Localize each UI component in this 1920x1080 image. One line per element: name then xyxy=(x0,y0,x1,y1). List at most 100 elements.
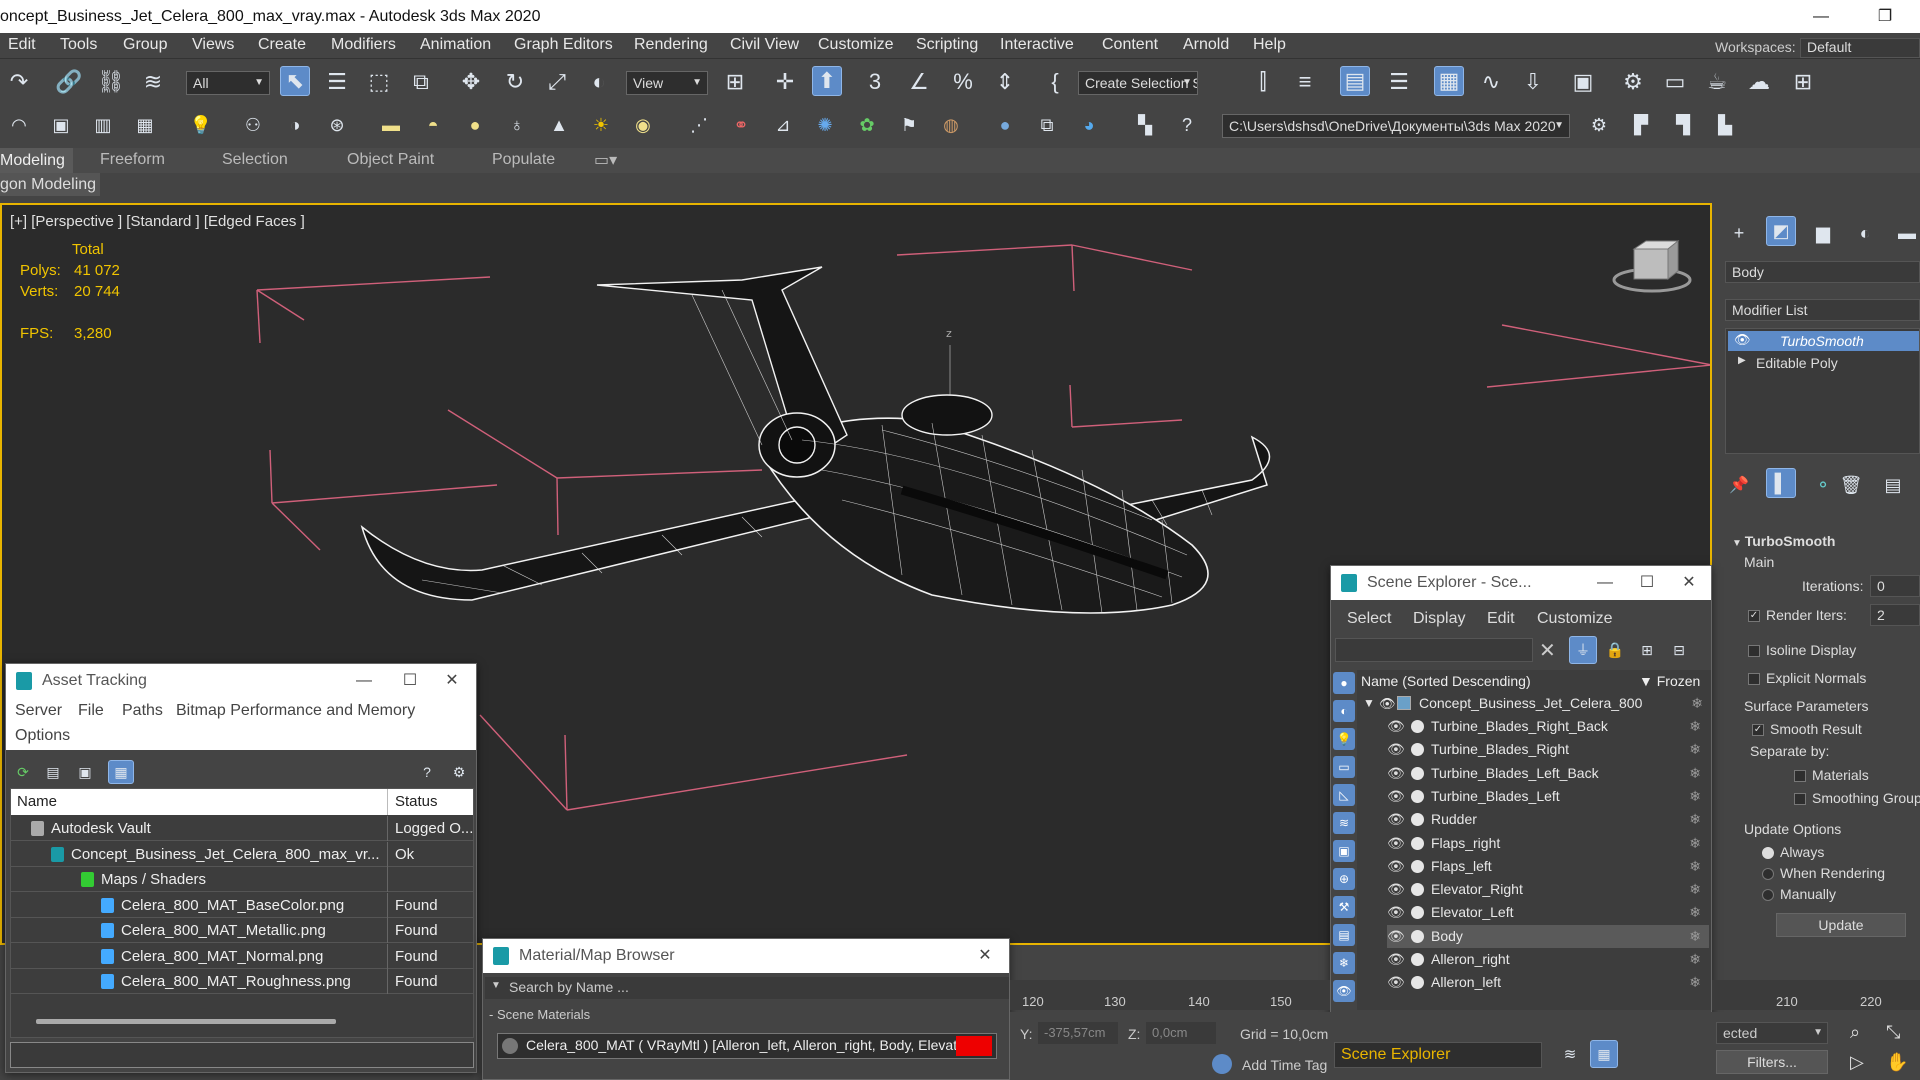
eye-icon[interactable]: 👁 xyxy=(1387,855,1405,878)
particles-filter-icon[interactable]: ❄ xyxy=(1333,952,1355,974)
asset-row[interactable]: Concept_Business_Jet_Celera_800_max_vr..… xyxy=(11,841,473,867)
freeze-icon[interactable]: ❄ xyxy=(1689,878,1701,901)
vray-proxy-icon[interactable]: ⋰ xyxy=(684,110,714,140)
lock-icon[interactable]: 🔒 xyxy=(1601,636,1629,664)
when-rendering-radio[interactable]: When Rendering xyxy=(1762,865,1885,881)
expand-arrow-icon[interactable]: ▶ xyxy=(1738,355,1746,366)
render-setup-icon[interactable]: ⚙ xyxy=(1618,67,1648,97)
asset-row[interactable]: Celera_800_MAT_Roughness.png Found xyxy=(11,969,473,994)
tab-selection[interactable]: Selection xyxy=(222,151,288,169)
table-view-icon[interactable]: ▦ xyxy=(108,760,134,784)
asset-tracking-titlebar[interactable]: Asset Tracking — ☐ ✕ xyxy=(6,664,476,698)
menu-options[interactable]: Options xyxy=(15,727,70,745)
rectangular-selection-icon[interactable]: ⬚ xyxy=(364,67,394,97)
select-manipulate-icon[interactable]: ✛ xyxy=(770,67,800,97)
menu-help[interactable]: Help xyxy=(1253,36,1286,54)
folder-settings-icon[interactable]: ▜ xyxy=(1668,110,1698,140)
hierarchy-icon[interactable]: ⊞ xyxy=(1633,636,1661,664)
selection-filter-dropdown[interactable]: All ▼ xyxy=(186,71,270,95)
scene-explorer-selector[interactable]: Scene Explorer xyxy=(1334,1042,1542,1068)
rollout-title[interactable]: ▼ TurboSmooth xyxy=(1732,533,1835,549)
time-tag-icon[interactable] xyxy=(1212,1054,1232,1074)
menu-edit[interactable]: Edit xyxy=(8,36,36,54)
scene-explorer-titlebar[interactable]: Scene Explorer - Sce... — ☐ ✕ xyxy=(1331,566,1711,600)
align-icon[interactable]: ≡ xyxy=(1290,67,1320,97)
asset-row[interactable]: Celera_800_MAT_Metallic.png Found xyxy=(11,918,473,943)
render-production-icon[interactable]: ☕ xyxy=(1702,67,1732,97)
timeline-ruler-left[interactable]: 120 130 140 150 xyxy=(1010,980,1330,1010)
collapse-arrow-icon[interactable]: ▼ xyxy=(491,980,501,991)
list-view-icon[interactable]: ▤ xyxy=(42,761,64,783)
help-icon[interactable]: ? xyxy=(1172,110,1202,140)
menu-civil-view[interactable]: Civil View xyxy=(730,36,799,54)
redo-icon[interactable]: ↷ xyxy=(4,67,34,97)
tab-populate[interactable]: Populate xyxy=(492,151,555,169)
column-name[interactable]: Name xyxy=(13,789,57,814)
window-crossing-icon[interactable]: ⧉ xyxy=(406,67,436,97)
sphere-icon[interactable]: ● xyxy=(460,110,490,140)
link-icon[interactable]: 🔗 xyxy=(54,67,84,97)
stack-item-editable-poly[interactable]: ▶ Editable Poly xyxy=(1728,353,1919,373)
iterations-input[interactable]: 0 xyxy=(1870,575,1920,597)
menu-server[interactable]: Server xyxy=(15,702,62,720)
modifier-list-dropdown[interactable]: Modifier List xyxy=(1725,299,1920,321)
pivot-icon[interactable]: ⊞ xyxy=(720,67,750,97)
make-unique-icon[interactable]: ⚬ xyxy=(1808,470,1838,500)
menu-animation[interactable]: Animation xyxy=(420,36,491,54)
toggle-layer-explorer-icon[interactable]: ☰ xyxy=(1384,67,1414,97)
menu-create[interactable]: Create xyxy=(258,36,306,54)
vray-plane-icon[interactable]: ⊿ xyxy=(768,110,798,140)
percent-snap-icon[interactable]: % xyxy=(948,67,978,97)
freeze-icon[interactable]: ❄ xyxy=(1689,948,1701,971)
add-time-tag-button[interactable]: Add Time Tag xyxy=(1242,1057,1327,1073)
scene-object-row[interactable]: 👁 Rudder ❄ xyxy=(1387,808,1709,831)
menu-customize[interactable]: Customize xyxy=(1537,610,1613,628)
object-explorer-icon[interactable]: ▦ xyxy=(1590,1040,1618,1068)
render-frame-icon[interactable]: ▣ xyxy=(46,110,76,140)
freeze-icon[interactable]: ❄ xyxy=(1689,855,1701,878)
layer-explorer-icon[interactable]: ≋ xyxy=(1556,1040,1584,1068)
materials-checkbox[interactable]: Materials xyxy=(1794,767,1869,783)
scene-object-row[interactable]: 👁 Body ❄ xyxy=(1387,924,1709,948)
dome-icon[interactable]: ◓ xyxy=(418,110,448,140)
airplane-model[interactable] xyxy=(360,266,1271,614)
open-folder-icon[interactable]: ▛ xyxy=(1626,110,1656,140)
ribbon-options-icon[interactable]: ▭▾ xyxy=(594,150,617,170)
camera-icon[interactable]: ⚇ xyxy=(238,110,268,140)
z-coord-input[interactable]: 0,0cm xyxy=(1146,1022,1216,1044)
ambient-light-icon[interactable]: ◉ xyxy=(628,110,658,140)
horizontal-scrollbar[interactable] xyxy=(36,1019,336,1024)
xrefs-filter-icon[interactable]: ⊕ xyxy=(1333,868,1355,890)
scene-materials-section[interactable]: - Scene Materials xyxy=(489,1007,590,1022)
freeze-icon[interactable]: ❄ xyxy=(1689,808,1701,831)
new-folder-icon[interactable]: ▙ xyxy=(1710,110,1740,140)
menu-graph-editors[interactable]: Graph Editors xyxy=(514,36,613,54)
freeze-icon[interactable]: ❄ xyxy=(1689,785,1701,808)
eye-icon[interactable]: 👁 xyxy=(1734,332,1751,348)
scene-object-row[interactable]: 👁 Elevator_Right ❄ xyxy=(1387,878,1709,901)
restore-button[interactable]: ❐ xyxy=(1862,0,1908,33)
edit-named-selection-icon[interactable]: { xyxy=(1040,67,1070,97)
asset-row[interactable]: Celera_800_MAT_BaseColor.png Found xyxy=(11,892,473,918)
expand-arrow-icon[interactable]: ▼ xyxy=(1363,692,1375,715)
geometry-filter-icon[interactable]: ● xyxy=(1333,672,1355,694)
menu-group[interactable]: Group xyxy=(123,36,167,54)
scene-object-row[interactable]: 👁 Turbine_Blades_Right_Back ❄ xyxy=(1387,715,1709,738)
object-name-field[interactable]: Body xyxy=(1725,261,1920,283)
schematic-view-icon[interactable]: ⇩ xyxy=(1518,67,1548,97)
workspace-dropdown[interactable]: Default xyxy=(1800,38,1920,58)
freeze-icon[interactable]: ❄ xyxy=(1689,925,1701,948)
eye-icon[interactable]: 👁 xyxy=(1387,762,1405,785)
asset-row[interactable]: Autodesk Vault Logged O... xyxy=(11,816,473,841)
close-button[interactable]: ✕ xyxy=(965,939,1005,973)
modify-tab-icon[interactable]: ◩ xyxy=(1766,216,1796,246)
maximize-button[interactable]: ☐ xyxy=(390,664,430,698)
sync-selection-icon[interactable]: ⊟ xyxy=(1665,636,1693,664)
layer-list-icon[interactable]: ▥ xyxy=(88,110,118,140)
menu-modifiers[interactable]: Modifiers xyxy=(331,36,396,54)
menu-views[interactable]: Views xyxy=(192,36,234,54)
scene-object-row[interactable]: 👁 Elevator_Left ❄ xyxy=(1387,901,1709,924)
spacewarps-filter-icon[interactable]: ≋ xyxy=(1333,812,1355,834)
move-icon[interactable]: ✥ xyxy=(456,67,486,97)
smooth-result-checkbox[interactable]: ✓ Smooth Result xyxy=(1752,721,1862,737)
